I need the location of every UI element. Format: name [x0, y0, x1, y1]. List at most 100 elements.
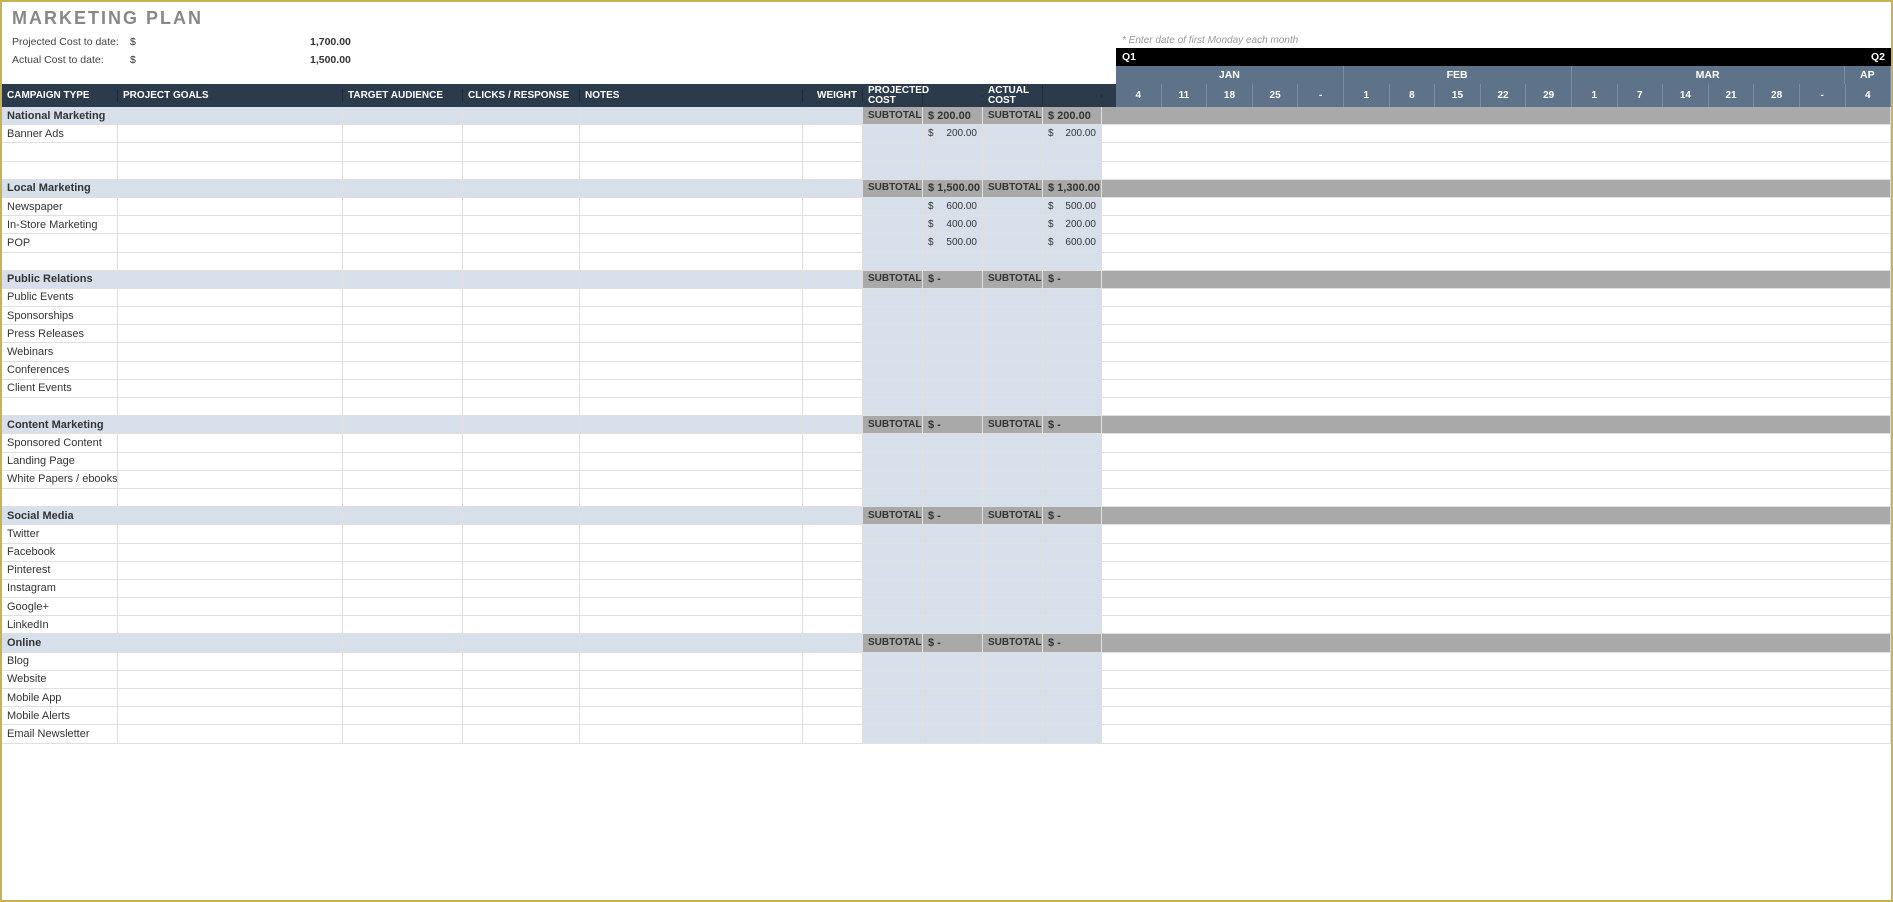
act-value[interactable]: $600.00: [1043, 234, 1102, 251]
item-row[interactable]: Facebook: [2, 544, 1891, 562]
calendar-cells[interactable]: [1102, 725, 1891, 742]
section-row[interactable]: National MarketingSUBTOTAL$ 200.00SUBTOT…: [2, 107, 1891, 125]
item-row[interactable]: [2, 253, 1891, 271]
calendar-cells[interactable]: [1102, 707, 1891, 724]
item-row[interactable]: Webinars: [2, 343, 1891, 361]
section-row[interactable]: Local MarketingSUBTOTAL$ 1,500.00SUBTOTA…: [2, 180, 1891, 198]
item-name[interactable]: Sponsored Content: [2, 434, 118, 451]
act-value[interactable]: [1043, 689, 1102, 706]
act-value[interactable]: [1043, 471, 1102, 488]
item-row[interactable]: Twitter: [2, 525, 1891, 543]
calendar-cells[interactable]: [1102, 471, 1891, 488]
act-value[interactable]: [1043, 434, 1102, 451]
proj-value[interactable]: [923, 598, 983, 615]
act-value[interactable]: [1043, 453, 1102, 470]
item-row[interactable]: Client Events: [2, 380, 1891, 398]
act-value[interactable]: [1043, 580, 1102, 597]
act-value[interactable]: [1043, 707, 1102, 724]
item-name[interactable]: White Papers / ebooks: [2, 471, 118, 488]
item-name[interactable]: POP: [2, 234, 118, 251]
item-name[interactable]: [2, 253, 118, 270]
calendar-cells[interactable]: [1102, 198, 1891, 215]
item-name[interactable]: Banner Ads: [2, 125, 118, 142]
proj-value[interactable]: [923, 562, 983, 579]
item-name[interactable]: Blog: [2, 653, 118, 670]
proj-value[interactable]: [923, 671, 983, 688]
act-value[interactable]: [1043, 162, 1102, 179]
item-name[interactable]: Instagram: [2, 580, 118, 597]
proj-value[interactable]: [923, 162, 983, 179]
proj-value[interactable]: $200.00: [923, 125, 983, 142]
act-value[interactable]: [1043, 362, 1102, 379]
item-name[interactable]: Pinterest: [2, 562, 118, 579]
proj-value[interactable]: [923, 362, 983, 379]
act-value[interactable]: [1043, 725, 1102, 742]
calendar-cells[interactable]: [1102, 489, 1891, 506]
proj-value[interactable]: [923, 653, 983, 670]
proj-value[interactable]: [923, 307, 983, 324]
act-value[interactable]: [1043, 398, 1102, 415]
item-name[interactable]: Conferences: [2, 362, 118, 379]
act-value[interactable]: [1043, 525, 1102, 542]
proj-value[interactable]: [923, 725, 983, 742]
calendar-cells[interactable]: [1102, 125, 1891, 142]
act-value[interactable]: [1043, 307, 1102, 324]
act-value[interactable]: [1043, 544, 1102, 561]
item-row[interactable]: Google+: [2, 598, 1891, 616]
calendar-cells[interactable]: [1102, 343, 1891, 360]
item-name[interactable]: Website: [2, 671, 118, 688]
calendar-cells[interactable]: [1102, 234, 1891, 251]
item-name[interactable]: Sponsorships: [2, 307, 118, 324]
proj-value[interactable]: [923, 253, 983, 270]
item-name[interactable]: Newspaper: [2, 198, 118, 215]
proj-value[interactable]: [923, 343, 983, 360]
act-value[interactable]: [1043, 143, 1102, 160]
act-value[interactable]: [1043, 253, 1102, 270]
act-value[interactable]: [1043, 616, 1102, 633]
calendar-cells[interactable]: [1102, 671, 1891, 688]
calendar-cells[interactable]: [1102, 562, 1891, 579]
proj-value[interactable]: $600.00: [923, 198, 983, 215]
proj-value[interactable]: [923, 453, 983, 470]
item-name[interactable]: Client Events: [2, 380, 118, 397]
item-row[interactable]: Instagram: [2, 580, 1891, 598]
proj-value[interactable]: [923, 489, 983, 506]
proj-value[interactable]: [923, 380, 983, 397]
calendar-cells[interactable]: [1102, 362, 1891, 379]
item-row[interactable]: Public Events: [2, 289, 1891, 307]
section-row[interactable]: Content MarketingSUBTOTAL$ -SUBTOTAL$ -: [2, 416, 1891, 434]
act-value[interactable]: [1043, 653, 1102, 670]
section-row[interactable]: Public RelationsSUBTOTAL$ -SUBTOTAL$ -: [2, 271, 1891, 289]
calendar-cells[interactable]: [1102, 653, 1891, 670]
calendar-cells[interactable]: [1102, 398, 1891, 415]
calendar-cells[interactable]: [1102, 307, 1891, 324]
item-row[interactable]: [2, 162, 1891, 180]
item-row[interactable]: [2, 398, 1891, 416]
item-row[interactable]: Landing Page: [2, 453, 1891, 471]
calendar-cells[interactable]: [1102, 616, 1891, 633]
item-name[interactable]: Mobile App: [2, 689, 118, 706]
act-value[interactable]: [1043, 671, 1102, 688]
calendar-cells[interactable]: [1102, 580, 1891, 597]
item-name[interactable]: Webinars: [2, 343, 118, 360]
item-row[interactable]: Pinterest: [2, 562, 1891, 580]
item-name[interactable]: Public Events: [2, 289, 118, 306]
proj-value[interactable]: [923, 289, 983, 306]
item-name[interactable]: Facebook: [2, 544, 118, 561]
act-value[interactable]: [1043, 380, 1102, 397]
item-name[interactable]: Google+: [2, 598, 118, 615]
item-name[interactable]: [2, 398, 118, 415]
proj-value[interactable]: [923, 544, 983, 561]
item-row[interactable]: Sponsorships: [2, 307, 1891, 325]
act-value[interactable]: [1043, 489, 1102, 506]
item-row[interactable]: Mobile App: [2, 689, 1891, 707]
section-row[interactable]: OnlineSUBTOTAL$ -SUBTOTAL$ -: [2, 634, 1891, 652]
proj-value[interactable]: $500.00: [923, 234, 983, 251]
calendar-cells[interactable]: [1102, 689, 1891, 706]
item-name[interactable]: Landing Page: [2, 453, 118, 470]
item-row[interactable]: In-Store Marketing$400.00$200.00: [2, 216, 1891, 234]
calendar-cells[interactable]: [1102, 434, 1891, 451]
item-name[interactable]: Email Newsletter: [2, 725, 118, 742]
act-value[interactable]: [1043, 562, 1102, 579]
calendar-cells[interactable]: [1102, 325, 1891, 342]
